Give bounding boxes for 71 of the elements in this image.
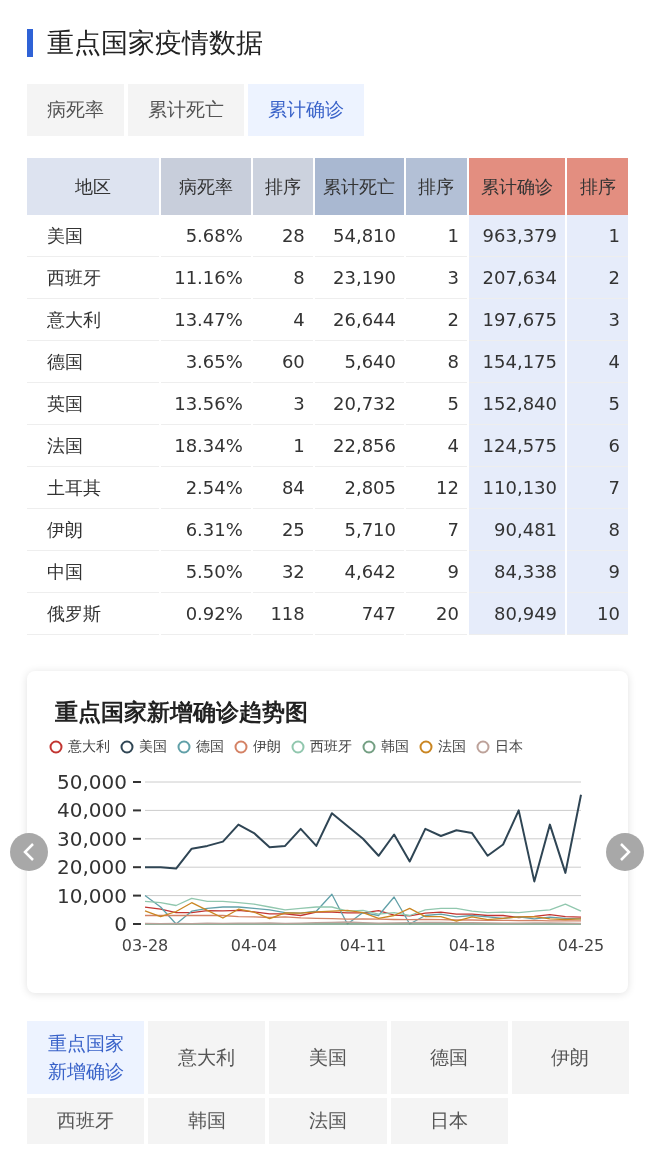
title-accent-bar: [27, 29, 33, 57]
legend-item[interactable]: 德国: [177, 738, 224, 756]
tab[interactable]: 累计确诊: [248, 84, 364, 136]
legend-item[interactable]: 意大利: [49, 738, 110, 756]
column-header: 排序: [567, 158, 628, 215]
axis-label: 04-04: [230, 936, 278, 955]
axis-label: 30,000: [57, 826, 127, 851]
region-tab[interactable]: 日本: [390, 1098, 508, 1144]
chart-title: 重点国家新增确诊趋势图: [55, 698, 309, 727]
table-cell: 110,130: [468, 467, 566, 509]
table-cell: 10: [567, 593, 628, 635]
table-cell: 207,634: [468, 257, 566, 299]
chevron-left-icon: [22, 842, 36, 862]
column-header: 累计死亡: [314, 158, 404, 215]
tab[interactable]: 累计死亡: [128, 84, 244, 136]
legend-item[interactable]: 法国: [419, 738, 466, 756]
legend-item[interactable]: 伊朗: [234, 738, 281, 756]
table-cell: 963,379: [468, 215, 566, 257]
table-cell: 197,675: [468, 299, 566, 341]
axis-label: 03-28: [121, 936, 169, 955]
tick-mark: [132, 923, 142, 925]
tab[interactable]: 病死率: [27, 84, 124, 136]
table-cell: 124,575: [468, 425, 566, 467]
table-cell: 3: [567, 299, 628, 341]
region-tab[interactable]: 美国: [269, 1021, 387, 1094]
legend-item[interactable]: 西班牙: [291, 738, 352, 756]
previous-button[interactable]: [10, 833, 48, 871]
axis-label: 04-25: [557, 936, 605, 955]
legend-item[interactable]: 韩国: [362, 738, 409, 756]
table-cell: 7: [567, 467, 628, 509]
legend-item[interactable]: 日本: [476, 738, 523, 756]
legend-item[interactable]: 美国: [120, 738, 167, 756]
column-header: 病死率: [161, 158, 251, 215]
region-tab[interactable]: 韩国: [148, 1098, 266, 1144]
column-header: 排序: [252, 158, 313, 215]
region-tab[interactable]: 法国: [269, 1098, 387, 1144]
region-tab[interactable]: 伊朗: [511, 1021, 629, 1094]
axis-label: 0: [114, 912, 127, 936]
next-button[interactable]: [606, 833, 644, 871]
tick-mark: [132, 837, 142, 840]
table-cell: 9: [567, 551, 628, 593]
table-cell: 90,481: [468, 509, 566, 551]
table-cell: 152,840: [468, 383, 566, 425]
table-cell: 154,175: [468, 341, 566, 383]
tick-mark: [132, 894, 142, 897]
axis-label: 40,000: [57, 798, 127, 823]
tick-mark: [132, 866, 142, 869]
axis-label: 04-18: [448, 936, 496, 955]
table-cell: 8: [567, 509, 628, 551]
tick-mark: [132, 781, 142, 783]
axis-label: 10,000: [57, 883, 127, 908]
chevron-right-icon: [618, 842, 632, 862]
axis-label: 20,000: [57, 855, 127, 880]
table-cell: 1: [567, 215, 628, 257]
column-header: 排序: [406, 158, 467, 215]
tick-mark: [132, 809, 142, 812]
region-tab[interactable]: 意大利: [148, 1021, 266, 1094]
section-title: 重点国家疫情数据: [47, 26, 263, 60]
table-cell: 2: [567, 257, 628, 299]
axis-label: 50,000: [57, 770, 127, 794]
table-cell: 80,949: [468, 593, 566, 635]
table-cell: 5: [567, 383, 628, 425]
axis-label: 04-11: [339, 936, 387, 955]
region-tab[interactable]: 西班牙: [27, 1098, 145, 1144]
table-cell: 4: [567, 341, 628, 383]
region-tab[interactable]: 德国: [390, 1021, 508, 1094]
table-cell: 84,338: [468, 551, 566, 593]
column-header: 累计确诊: [468, 158, 566, 215]
column-header: 地区: [27, 158, 160, 215]
region-tab[interactable]: 重点国家新增确诊: [27, 1021, 145, 1094]
table-cell: 6: [567, 425, 628, 467]
